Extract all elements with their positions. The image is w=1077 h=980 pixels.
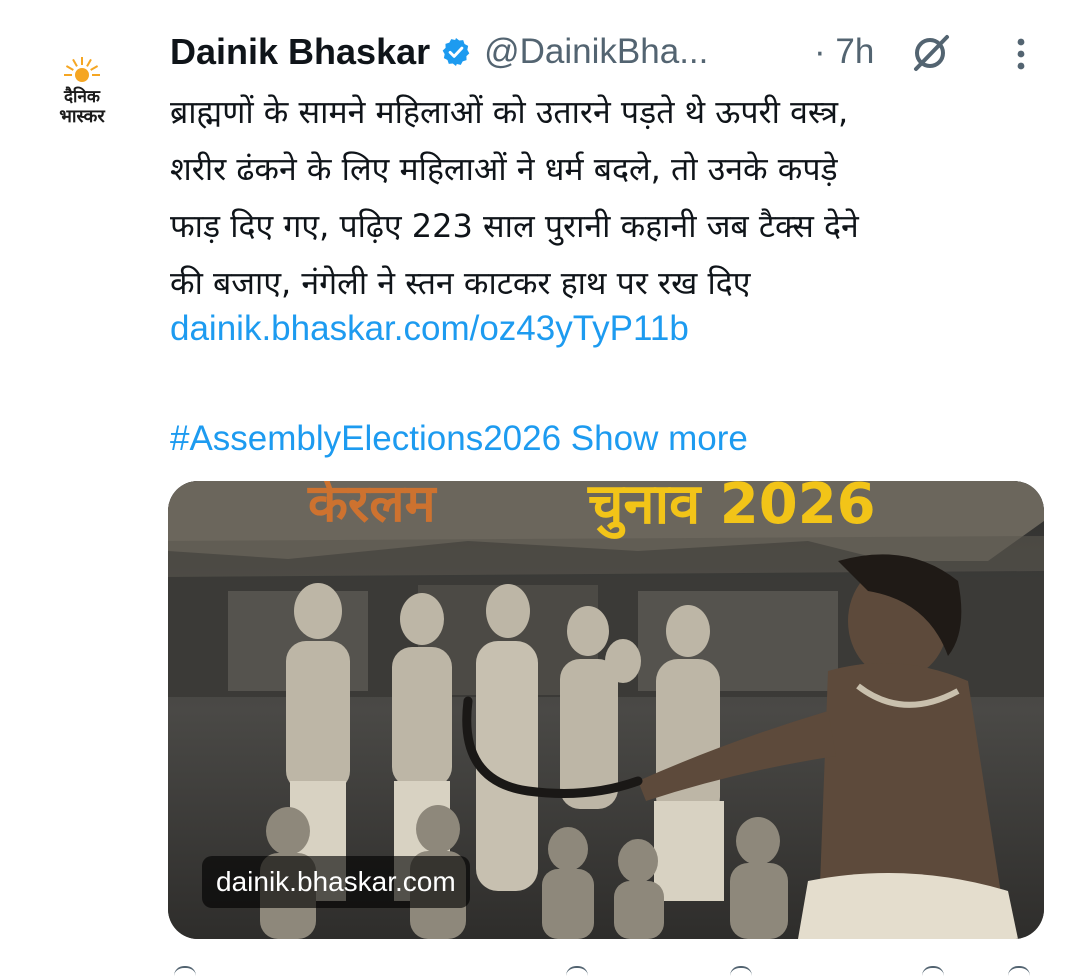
tweet-link[interactable]: dainik.bhaskar.com/oz43yTyP11b — [170, 304, 689, 354]
verified-badge-icon — [442, 38, 470, 66]
author-handle[interactable]: @DainikBha... — [484, 32, 708, 72]
logo-text-line2: भास्कर — [59, 105, 105, 127]
retweet-icon[interactable] — [566, 966, 588, 978]
tweet-text-line: शरीर ढंकने के लिए महिलाओं ने धर्म बदले, … — [170, 150, 838, 188]
action-bar — [170, 960, 1040, 980]
reply-icon[interactable] — [174, 966, 196, 978]
tweet-header: Dainik Bhaskar @DainikBha... — [170, 28, 708, 76]
show-more-link[interactable]: Show more — [571, 419, 748, 458]
tweet-text: ब्राह्मणों के सामने महिलाओं को उतारने पड… — [170, 84, 1050, 312]
share-icon[interactable] — [1008, 966, 1030, 978]
bookmark-icon[interactable] — [922, 966, 944, 978]
like-icon[interactable] — [730, 966, 752, 978]
tweet-time[interactable]: · 7h — [814, 28, 874, 76]
hashtag-link[interactable]: #AssemblyElections2026 — [170, 419, 561, 458]
author-name[interactable]: Dainik Bhaskar — [170, 31, 430, 73]
media-headline-right: चुनाव 2026 — [587, 481, 876, 539]
media-headline-left: केरलम — [307, 481, 437, 534]
avatar[interactable]: दैनिक भास्कर — [32, 40, 132, 140]
sun-logo-icon — [64, 56, 100, 82]
hashtag-row: #AssemblyElections2026 Show more — [170, 414, 748, 464]
more-options-icon[interactable] — [1006, 34, 1036, 74]
tweet-text-line: फाड़ दिए गए, पढ़िए 223 साल पुरानी कहानी … — [170, 207, 859, 245]
grok-icon[interactable] — [910, 31, 952, 73]
logo-text-line1: दैनिक — [64, 86, 100, 107]
tweet-text-line: ब्राह्मणों के सामने महिलाओं को उतारने पड… — [170, 93, 849, 131]
media-source-label: dainik.bhaskar.com — [202, 856, 470, 908]
